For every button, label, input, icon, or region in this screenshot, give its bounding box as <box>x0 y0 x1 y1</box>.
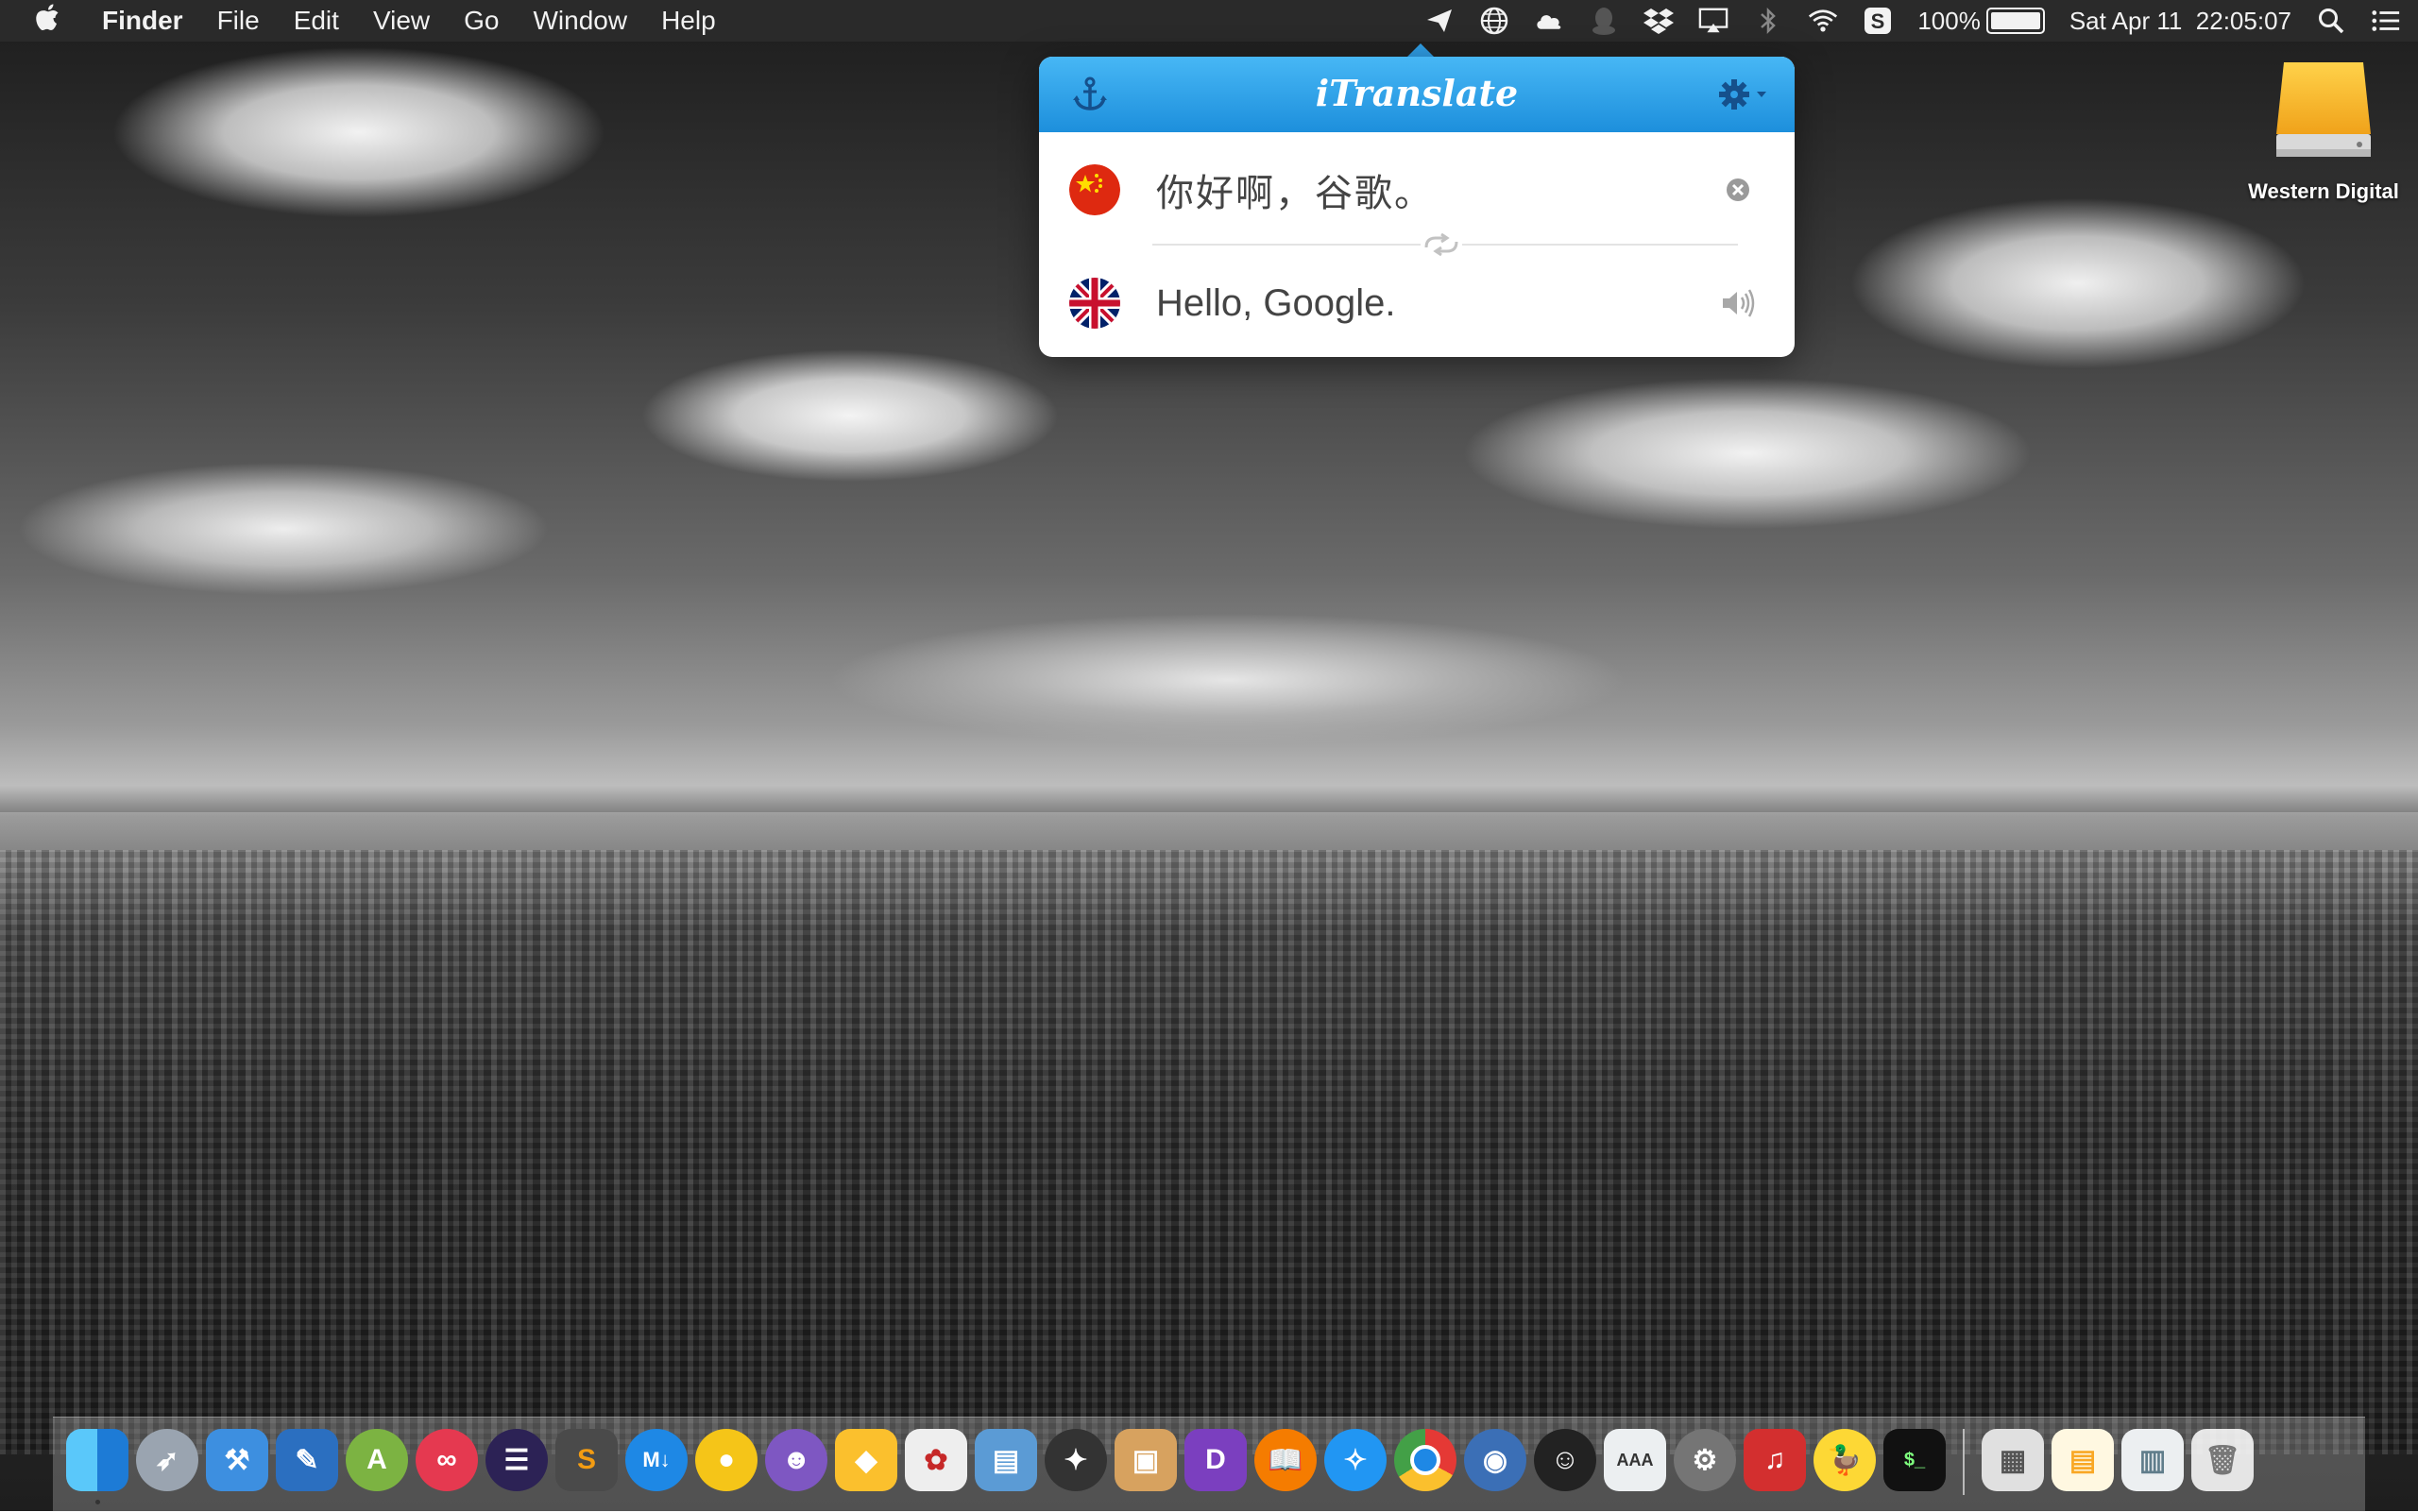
menu-view[interactable]: View <box>373 6 430 36</box>
menu-window[interactable]: Window <box>533 6 627 36</box>
apple-menu-icon[interactable] <box>19 3 76 39</box>
dock-finder-icon[interactable] <box>66 1429 128 1504</box>
battery-indicator[interactable]: 100% <box>1917 7 2045 36</box>
menu-bar: Finder File Edit View Go Window Help S 1… <box>0 0 2418 42</box>
clear-text-icon[interactable] <box>1719 171 1757 209</box>
dock-xcode-icon[interactable]: ⚒ <box>206 1429 268 1491</box>
paper-plane-icon[interactable] <box>1424 6 1455 36</box>
dock-qq-icon[interactable]: ☺ <box>1534 1429 1596 1491</box>
dock-macdown-icon[interactable]: M↓ <box>625 1429 688 1491</box>
target-row: Hello, Google. <box>1039 251 1795 355</box>
menubar-clock[interactable]: Sat Apr 11 22:05:07 <box>2069 7 2291 36</box>
menu-app-name[interactable]: Finder <box>102 6 183 36</box>
dock-compass-icon[interactable]: ✦ <box>1045 1429 1107 1491</box>
dock: ➶ ⚒ ✎ A ∞ ☰ S M↓ ● ☻ ◆ ✿ ▤ ✦ ▣ D 📖 ✧ ◉ ☺… <box>53 1417 2365 1512</box>
dock-cyberduck-icon[interactable]: 🦆 <box>1814 1429 1876 1491</box>
dock-sublime-text-icon[interactable]: S <box>555 1429 618 1491</box>
battery-icon <box>1985 8 2045 34</box>
drive-label: Western Digital <box>2248 179 2399 203</box>
china-flag-icon[interactable] <box>1069 164 1120 215</box>
dock-package-icon[interactable]: ▣ <box>1115 1429 1177 1491</box>
dock-paw-icon[interactable]: ● <box>695 1429 758 1491</box>
dock-tweetbot-icon[interactable]: ◉ <box>1464 1429 1526 1491</box>
battery-percent: 100% <box>1917 6 1981 35</box>
desktop-drive-western-digital[interactable]: Western Digital <box>2229 59 2418 229</box>
target-text[interactable]: Hello, Google. <box>1156 282 1719 325</box>
dock-system-preferences-icon[interactable]: ⚙ <box>1674 1429 1736 1491</box>
qq-icon[interactable] <box>1589 6 1619 36</box>
dock-documents-stack-icon[interactable]: ▤ <box>2052 1429 2114 1491</box>
airplay-icon[interactable] <box>1698 6 1728 36</box>
dock-dash-icon[interactable]: D <box>1184 1429 1247 1491</box>
dock-chrome-icon[interactable] <box>1394 1429 1456 1491</box>
menu-go[interactable]: Go <box>464 6 499 36</box>
dock-ibooks-icon[interactable]: 📖 <box>1254 1429 1317 1491</box>
bluetooth-icon[interactable] <box>1753 6 1783 36</box>
dock-android-studio-icon[interactable]: A <box>346 1429 408 1491</box>
source-text[interactable]: 你好啊，谷歌。 <box>1156 162 1719 217</box>
dock-font-app-icon[interactable]: AAA <box>1604 1429 1666 1491</box>
source-row: 你好啊，谷歌。 <box>1039 138 1795 242</box>
dock-terminal-icon[interactable]: $_ <box>1883 1429 1946 1491</box>
wallpaper-city <box>0 850 2418 1454</box>
external-drive-icon <box>2274 59 2373 161</box>
dock-flickr-icon[interactable]: ∞ <box>416 1429 478 1491</box>
dock-downloads-stack-icon[interactable]: ▦ <box>1982 1429 2044 1491</box>
svg-text:S: S <box>1871 9 1885 33</box>
dock-safari-icon[interactable]: ✧ <box>1324 1429 1387 1491</box>
dock-separator <box>1963 1429 1965 1495</box>
cloud-icon[interactable] <box>1534 6 1564 36</box>
dock-keynote-icon[interactable]: ▤ <box>975 1429 1037 1491</box>
wifi-icon[interactable] <box>1808 6 1838 36</box>
speaker-icon[interactable] <box>1719 284 1757 322</box>
notification-center-icon[interactable] <box>2371 6 2401 36</box>
globe-icon[interactable] <box>1479 6 1509 36</box>
itranslate-popover: iTranslate 你好啊，谷歌。 Hello, Google. <box>1039 57 1795 357</box>
dock-sketch-icon[interactable]: ◆ <box>835 1429 897 1491</box>
dock-github-icon[interactable]: ☻ <box>765 1429 827 1491</box>
dock-photo-app-icon[interactable]: ✿ <box>905 1429 967 1491</box>
dock-netease-music-icon[interactable]: ♫ <box>1744 1429 1806 1491</box>
dock-trash-icon[interactable]: 🗑 <box>2191 1429 2254 1491</box>
s-app-icon[interactable]: S <box>1863 6 1893 36</box>
settings-gear-icon[interactable] <box>1717 76 1770 113</box>
dock-screenshots-stack-icon[interactable]: ▥ <box>2121 1429 2184 1491</box>
dock-instruments-icon[interactable]: ✎ <box>276 1429 338 1491</box>
spotlight-icon[interactable] <box>2316 6 2346 36</box>
dock-eclipse-icon[interactable]: ☰ <box>485 1429 548 1491</box>
menu-edit[interactable]: Edit <box>294 6 339 36</box>
dropbox-icon[interactable] <box>1643 6 1675 36</box>
dock-launchpad-icon[interactable]: ➶ <box>136 1429 198 1491</box>
itranslate-title: iTranslate <box>1315 72 1519 114</box>
menu-help[interactable]: Help <box>661 6 716 36</box>
uk-flag-icon[interactable] <box>1069 278 1120 329</box>
menu-file[interactable]: File <box>217 6 260 36</box>
itranslate-header: iTranslate <box>1039 57 1795 132</box>
